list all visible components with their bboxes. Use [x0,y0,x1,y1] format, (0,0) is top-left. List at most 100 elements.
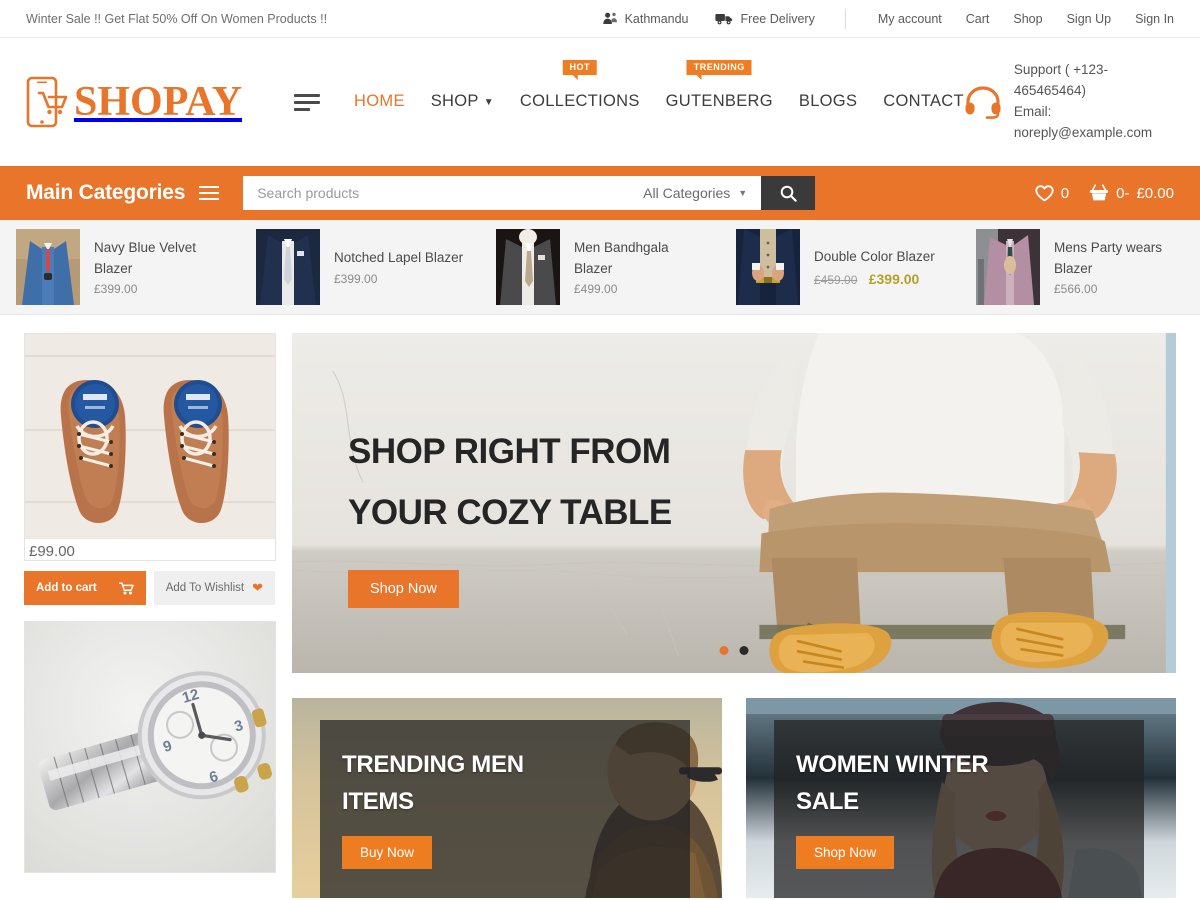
promo-card-women-winter[interactable]: WOMEN WINTER SALE Shop Now [746,698,1176,898]
nav-item-home[interactable]: HOME [354,92,405,113]
nav-item-blogs[interactable]: BLOGS [799,92,857,113]
nav-link-blogs[interactable]: BLOGS [799,92,857,111]
cart-total: £0.00 [1136,184,1174,202]
cart-indicator[interactable]: 0- £0.00 [1089,184,1174,202]
product-thumbnail [736,229,800,305]
promo-card-trending-men[interactable]: TRENDING MEN ITEMS Buy Now [292,698,722,898]
search-icon [780,185,797,202]
ticker-item[interactable]: Notched Lapel Blazer £399.00 [240,229,480,305]
main-categories-title: Main Categories [26,181,186,204]
top-link-shop[interactable]: Shop [1013,12,1042,26]
categories-toggle-button[interactable] [199,182,220,204]
ticker-info: Navy Blue Velvet Blazer £399.00 [94,238,224,296]
heart-icon [1035,184,1054,202]
chevron-down-icon: ▼ [483,96,494,108]
top-link-my-account[interactable]: My account [878,12,942,26]
nav-link-shop[interactable]: SHOP ▼ [431,92,494,111]
top-link-sign-in[interactable]: Sign In [1135,12,1174,26]
promo-text-men: TRENDING MEN ITEMS Buy Now [342,746,524,870]
add-to-wishlist-button[interactable]: Add To Wishlist ❤ [153,571,276,605]
sidebar: £99.00 Add to cart Add To Wishlist ❤ 12 … [24,333,276,898]
ticker-item[interactable]: Mens Party wears Blazer £566.00 [960,229,1200,305]
nav-item-contact[interactable]: CONTACT [883,92,964,113]
header-actions: 0 0- £0.00 [1035,184,1174,202]
burger-line [199,185,220,189]
wishlist-indicator[interactable]: 0 [1035,185,1069,202]
category-select-value: All Categories [643,185,731,201]
promo-headline-line1: WOMEN WINTER [796,751,989,778]
logo-wordmark: SHOPAY [74,79,243,125]
promo-headline-line2: SALE [796,788,859,816]
nav-item-shop[interactable]: SHOP ▼ [431,92,494,113]
site-logo[interactable]: SHOPAY [26,76,242,128]
watch-product-image: 12 3 6 9 [25,622,275,872]
chevron-down-icon: ▼ [738,188,748,198]
ticker-item[interactable]: Men Bandhgala Blazer £499.00 [480,229,720,305]
sidebar-product-card-shoes[interactable]: £99.00 [24,333,276,561]
product-name: Mens Party wears Blazer [1054,240,1163,276]
price-value: £566.00 [1054,281,1098,296]
ticker-item[interactable]: Navy Blue Velvet Blazer £399.00 [0,229,240,305]
top-bar: Winter Sale !! Get Flat 50% Off On Women… [0,0,1200,38]
product-name: Navy Blue Velvet Blazer [94,240,197,276]
sidebar-product-price: £99.00 [29,543,75,560]
ticker-item[interactable]: Double Color Blazer £459.00 £399.00 [720,229,960,305]
nav-link-gutenberg[interactable]: GUTENBERG [666,92,773,111]
nav-link-contact[interactable]: CONTACT [883,92,964,111]
nav-link-collections[interactable]: COLLECTIONS [520,92,640,111]
category-select[interactable]: All Categories ▼ [635,185,747,201]
main-column: SHOP RIGHT FROM YOUR COZY TABLE Shop Now [292,333,1176,898]
promo-buy-now-button[interactable]: Buy Now [342,836,433,870]
product-name: Notched Lapel Blazer [334,250,464,266]
carousel-dot-1[interactable] [719,646,729,655]
nav-item-collections[interactable]: HOT COLLECTIONS [520,59,640,113]
page-root: Winter Sale !! Get Flat 50% Off On Women… [0,0,1200,900]
wishlist-count: 0 [1060,184,1070,202]
product-thumbnail [16,229,80,305]
menu-toggle-button[interactable] [294,90,321,115]
price-value: £399.00 [94,281,138,296]
product-thumbnail [976,229,1040,305]
add-to-wishlist-label: Add To Wishlist [165,582,245,594]
product-price: £499.00 [574,282,704,296]
search-input[interactable] [257,185,636,201]
product-price: £399.00 [94,282,224,296]
cart-count: 0- [1116,184,1130,202]
add-to-cart-button[interactable]: Add to cart [24,571,146,605]
price-value: £399.00 [334,271,378,286]
burger-line [199,191,220,195]
product-thumbnail [256,229,320,305]
headset-icon [964,85,1002,119]
product-price: £459.00 £399.00 [814,271,935,287]
ticker-info: Notched Lapel Blazer £399.00 [334,248,463,285]
burger-line [199,197,220,201]
top-link-sign-up[interactable]: Sign Up [1067,12,1111,26]
promo-headline-line1: TRENDING MEN [342,751,524,778]
top-link-cart[interactable]: Cart [966,12,990,26]
price-sale: £399.00 [868,270,920,287]
burger-line [294,100,321,104]
support-text: Support ( +123-465465464) Email: noreply… [1014,60,1174,144]
hero-shop-now-button[interactable]: Shop Now [348,569,459,608]
primary-navigation: HOME SHOP ▼ HOT COLLECTIONS TRENDING GUT… [354,59,964,113]
sidebar-product-card-watch[interactable]: 12 3 6 9 [24,621,276,873]
promo-shop-now-button[interactable]: Shop Now [796,836,895,870]
top-bar-right: Kathmandu Free Delivery My account Cart … [602,8,1174,29]
search-submit-button[interactable] [761,176,816,210]
promo-headline-line2: ITEMS [342,788,414,816]
location-people-icon [602,12,618,25]
product-price: £399.00 [334,272,463,286]
shopay-cart-phone-icon [26,76,72,128]
carousel-dot-2[interactable] [739,646,749,655]
product-price: £566.00 [1054,282,1184,296]
nav-item-gutenberg[interactable]: TRENDING GUTENBERG [666,59,773,113]
badge-trending: TRENDING [686,59,752,81]
search-form: All Categories ▼ [243,176,816,210]
nav-link-home[interactable]: HOME [354,92,405,111]
ticker-info: Mens Party wears Blazer £566.00 [1054,238,1184,296]
product-name: Men Bandhgala Blazer [574,240,669,276]
hero-slider[interactable]: SHOP RIGHT FROM YOUR COZY TABLE Shop Now [292,333,1176,673]
location-label: Kathmandu [624,11,689,26]
burger-line [294,93,321,97]
delivery-indicator: Free Delivery [714,12,815,26]
